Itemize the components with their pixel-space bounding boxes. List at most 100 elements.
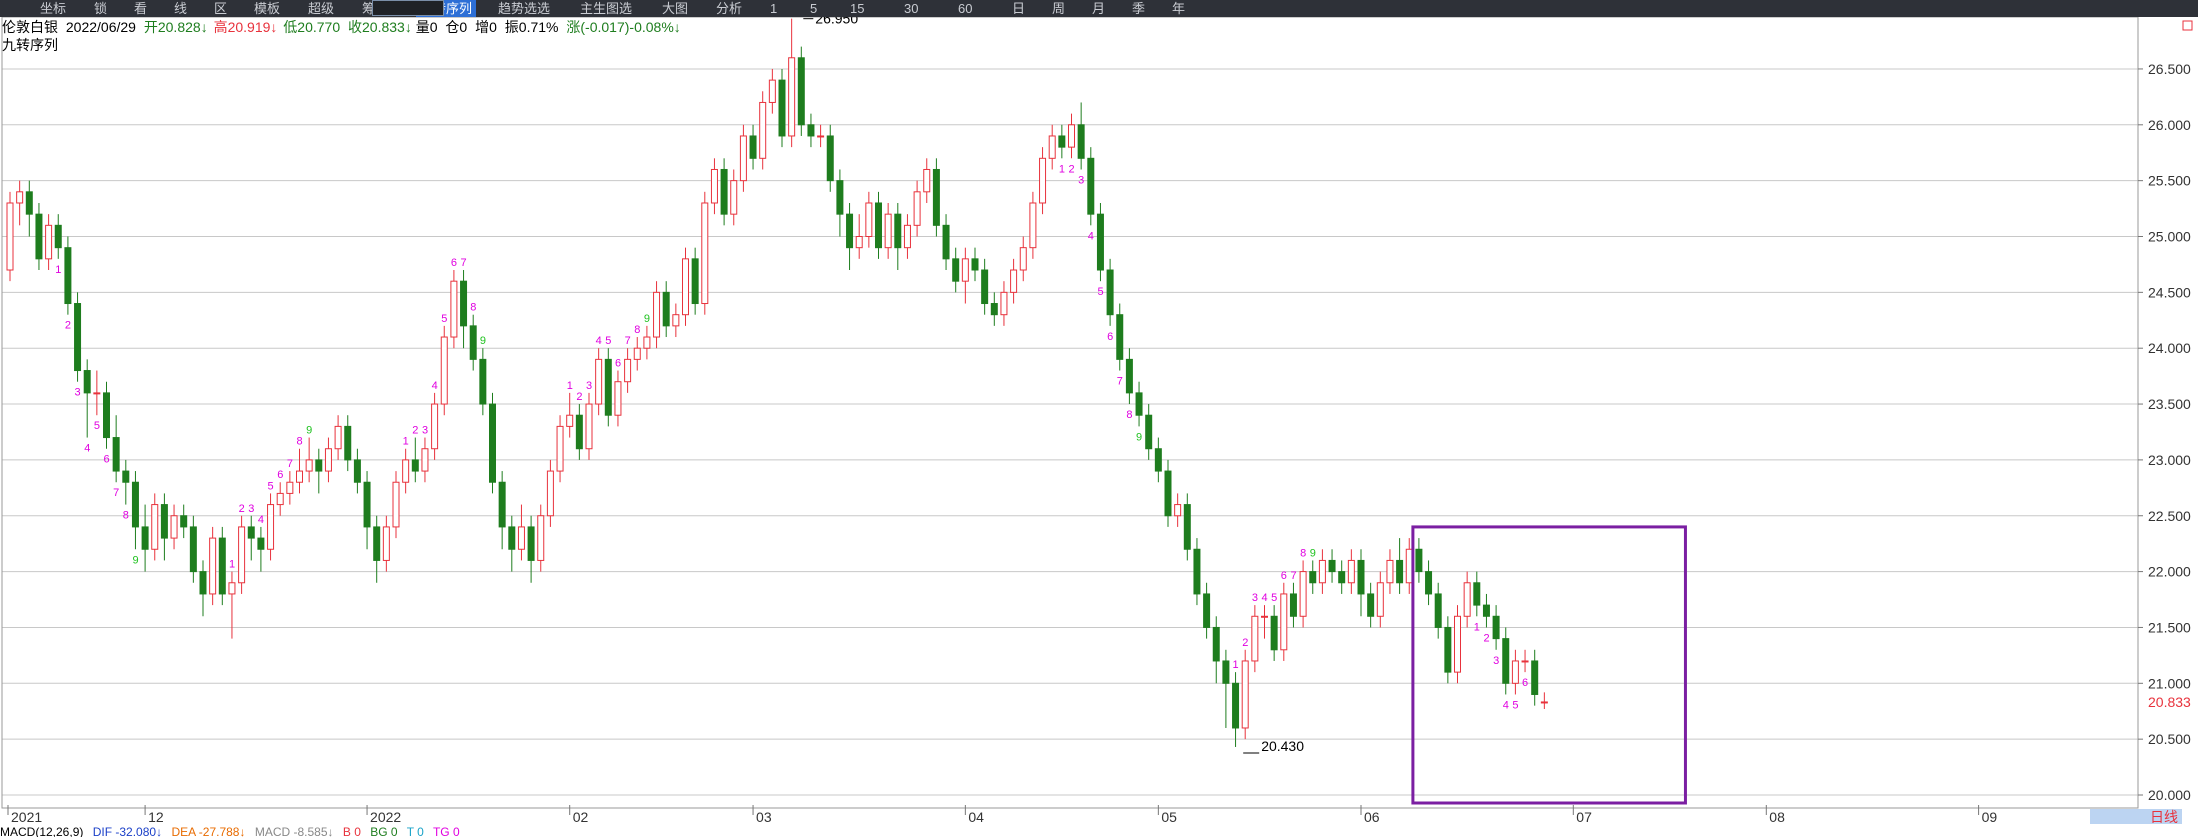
high-label: 26.950 (815, 17, 858, 27)
candle-body (1000, 291, 1008, 316)
toolbar-item-14[interactable]: 5 (810, 0, 817, 17)
candle-body (1203, 593, 1211, 628)
candle-body (903, 224, 911, 249)
x-tick-label: 12 (148, 809, 164, 825)
candle-body (267, 504, 275, 550)
candle-body (54, 224, 62, 249)
candle-body (836, 180, 844, 215)
candle-body (575, 414, 583, 450)
candle-body (952, 258, 960, 282)
macd-bar: MACD(12,26,9) DIF -32.080↓ DEA -27.788↓ … (0, 826, 2198, 837)
y-tick-label: 24.500 (2148, 284, 2191, 300)
sequence-label: 7 (625, 335, 631, 347)
chart-background (0, 17, 2198, 826)
toolbar-item-21[interactable]: 季 (1132, 0, 1145, 17)
macd-title: MACD(12,26,9) (0, 826, 84, 837)
candle-body (382, 526, 390, 561)
header-close-arrow: ↓ (405, 19, 412, 35)
candle-body (932, 168, 940, 226)
macd-value: MACD -8.585↓ (254, 826, 334, 837)
candle-body (614, 381, 622, 416)
toolbar-item-10[interactable]: 主生图选 (580, 0, 632, 17)
toolbar-item-11[interactable]: 大图 (662, 0, 688, 17)
chart: 26.500 26.000 25.500 25.000 24.500 24.000 23.5… (0, 17, 2198, 826)
header-high: 20.919 (228, 19, 271, 35)
candle-body (489, 403, 496, 483)
candle-body (527, 526, 535, 561)
sequence-label: 3 (248, 503, 254, 515)
sequence-label: 4 (432, 380, 438, 392)
y-tick-label: 26.500 (2148, 61, 2191, 77)
candle-body (1096, 213, 1104, 271)
sequence-label: 8 (1300, 547, 1306, 559)
candle-body (373, 526, 381, 561)
toolbar-item-15[interactable]: 15 (850, 0, 864, 17)
candle-body (1347, 559, 1355, 584)
candle-body (691, 258, 699, 305)
candle-body (1125, 358, 1133, 394)
candle-body (460, 280, 468, 327)
toolbar-item-13[interactable]: 1 (770, 0, 777, 17)
toolbar-item-3[interactable]: 线 (174, 0, 187, 17)
sequence-label: 5 (268, 480, 274, 492)
toolbar-item-22[interactable]: 年 (1172, 0, 1185, 17)
header-amplitude: 振0.71% (505, 19, 559, 35)
candle-body (749, 135, 757, 159)
candle-body (768, 79, 776, 103)
header-change: 涨(-0.017)-0.08% (566, 19, 673, 35)
y-tick-label: 23.000 (2148, 452, 2191, 468)
sequence-label: 2 (1242, 637, 1248, 649)
toolbar-item-18[interactable]: 日 (1012, 0, 1025, 17)
candle-body (35, 213, 43, 260)
sequence-label: 2 (1069, 163, 1075, 175)
toolbar-item-17[interactable]: 60 (958, 0, 972, 17)
y-tick-label: 25.000 (2148, 229, 2191, 245)
sequence-label: 1 (567, 380, 573, 392)
candle-body (1444, 626, 1452, 673)
toolbar-item-20[interactable]: 月 (1092, 0, 1105, 17)
candle-body (122, 470, 130, 483)
sequence-label: 3 (1078, 174, 1084, 186)
toolbar-item-5[interactable]: 模板 (254, 0, 280, 17)
sequence-label: 1 (229, 559, 235, 571)
candle-body (1048, 135, 1056, 159)
candle-body (566, 414, 574, 427)
toolbar-item-9[interactable]: 趋势选选 (498, 0, 550, 17)
candle-body (1106, 269, 1114, 316)
candle-body (74, 303, 82, 372)
sequence-label: 8 (634, 324, 640, 336)
candle-body (817, 135, 825, 138)
toolbar-item-16[interactable]: 30 (904, 0, 918, 17)
svg-text:伦敦白银 2022/06/29 开20.82: 伦敦白银 2022/06/29 开20.828↓ 高20.919↓ 低20.77… (2, 19, 681, 35)
candle-body (324, 448, 332, 472)
toolbar-input[interactable] (372, 0, 444, 16)
last-price-label: 20.833 (2148, 694, 2191, 710)
sequence-label: 4 (1503, 699, 1509, 711)
toolbar-item-1[interactable]: 锁 (94, 0, 107, 17)
candle-body (450, 280, 458, 338)
candle-body (6, 202, 14, 271)
toolbar-item-12[interactable]: 分析 (716, 0, 742, 17)
y-tick-label: 25.500 (2148, 173, 2191, 189)
candle-body (334, 425, 342, 450)
header-oi: 仓0 (445, 19, 467, 35)
toolbar-item-4[interactable]: 区 (214, 0, 227, 17)
candle-body (257, 537, 265, 550)
candle-body (1309, 571, 1317, 584)
candle-body (1261, 615, 1268, 618)
candle-body (469, 325, 477, 360)
candle-body (64, 247, 72, 305)
sequence-label: 9 (480, 335, 486, 347)
toolbar-item-19[interactable]: 周 (1052, 0, 1065, 17)
sequence-label: 2 (576, 391, 582, 403)
toolbar-item-2[interactable]: 看 (134, 0, 147, 17)
candle-body (209, 537, 217, 595)
candle-body (1396, 559, 1404, 584)
sequence-label: 6 (1107, 331, 1113, 343)
candle-body (286, 481, 294, 494)
sequence-label: 9 (306, 425, 312, 437)
candle-body (411, 459, 419, 472)
macd-dif: DIF -32.080↓ (92, 826, 163, 837)
toolbar-item-0[interactable]: 坐标 (40, 0, 66, 17)
toolbar-item-6[interactable]: 超级 (308, 0, 334, 17)
